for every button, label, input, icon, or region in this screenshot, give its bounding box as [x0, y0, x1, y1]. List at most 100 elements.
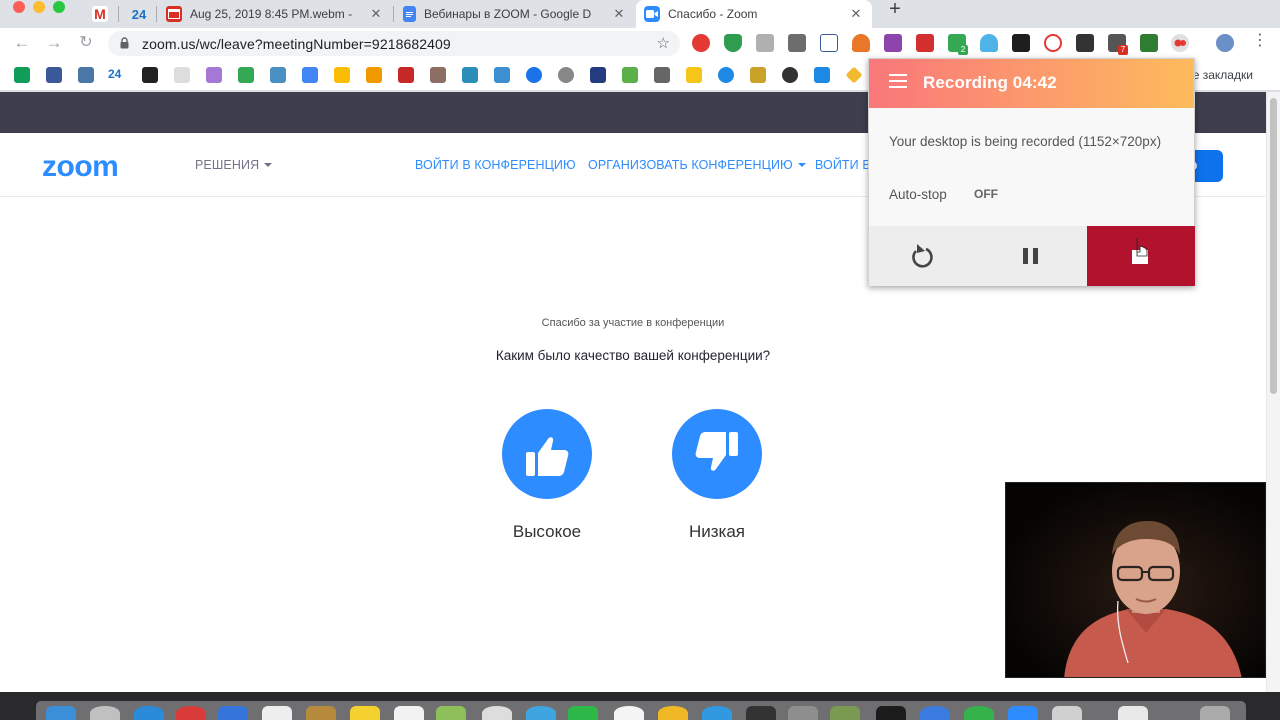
autostop-toggle[interactable]: OFF: [974, 187, 998, 201]
bookmark-icon[interactable]: [558, 67, 574, 83]
grammarly-icon[interactable]: [1140, 34, 1158, 52]
scrollbar-thumb[interactable]: [1270, 98, 1277, 394]
pdf-icon[interactable]: [916, 34, 934, 52]
dock-app-icon[interactable]: [920, 706, 950, 720]
extension-s-icon[interactable]: [884, 34, 902, 52]
vk-bookmark-icon[interactable]: [78, 67, 94, 83]
bookmark-icon[interactable]: [750, 67, 766, 83]
extension-c-icon[interactable]: [1012, 34, 1030, 52]
code-view-icon[interactable]: [756, 34, 774, 52]
dock-app-icon[interactable]: [394, 706, 424, 720]
sheets-bookmark-icon[interactable]: [14, 67, 30, 83]
screen-recorder-icon[interactable]: [1171, 34, 1189, 52]
dock-app-icon[interactable]: [218, 706, 248, 720]
restart-recording-button[interactable]: [869, 226, 978, 286]
bookmark-icon[interactable]: [462, 67, 478, 83]
adblock-plus-icon[interactable]: [692, 34, 710, 52]
plus-bookmark-icon[interactable]: [142, 67, 158, 83]
dock-app-icon[interactable]: [526, 706, 556, 720]
dock-app-icon[interactable]: [482, 706, 512, 720]
other-bookmarks[interactable]: ие закладки: [1186, 68, 1253, 82]
dock-app-icon[interactable]: [614, 706, 644, 720]
downloads-folder-icon[interactable]: [1118, 706, 1148, 720]
bookmark-icon[interactable]: [174, 67, 190, 83]
dock-app-icon[interactable]: [1052, 706, 1082, 720]
dock-app-icon[interactable]: [436, 706, 466, 720]
safari-icon[interactable]: [134, 706, 164, 720]
paypal-bookmark-icon[interactable]: [590, 67, 606, 83]
dock-app-icon[interactable]: [788, 706, 818, 720]
bookmark-star-icon[interactable]: ☆: [657, 34, 670, 52]
tab-google-docs[interactable]: Вебинары в ZOOM - Google D ✕: [395, 0, 635, 28]
bookmark-icon[interactable]: [654, 67, 670, 83]
dock-app-icon[interactable]: [306, 706, 336, 720]
notes-icon[interactable]: [350, 706, 380, 720]
browser-menu-icon[interactable]: ⋮: [1252, 32, 1268, 50]
telegram-bookmark-icon[interactable]: [494, 67, 510, 83]
bookmark-icon[interactable]: [686, 67, 702, 83]
extension-m-icon[interactable]: [788, 34, 806, 52]
binance-bookmark-icon[interactable]: [845, 66, 863, 84]
reload-button[interactable]: ↻: [74, 32, 98, 54]
cloud-outline-icon[interactable]: [1044, 34, 1062, 52]
forward-button[interactable]: →: [42, 32, 66, 54]
onetab-icon[interactable]: [820, 34, 838, 52]
shield-icon[interactable]: [724, 34, 742, 52]
finder-icon[interactable]: [46, 706, 76, 720]
extension-grid-icon[interactable]: [1076, 34, 1094, 52]
close-tab-icon[interactable]: ✕: [368, 6, 384, 22]
bookmark-icon[interactable]: [270, 67, 286, 83]
thumbs-up-button[interactable]: [502, 409, 592, 499]
thumbs-down-button[interactable]: [672, 409, 762, 499]
analytics-bookmark-icon[interactable]: [334, 67, 350, 83]
close-tab-icon[interactable]: ✕: [848, 6, 864, 22]
nav-sign-in[interactable]: ВОЙТИ В: [815, 158, 871, 172]
tab-video-file[interactable]: Aug 25, 2019 8:45 PM.webm - ✕: [158, 0, 392, 28]
chrome-icon[interactable]: [658, 706, 688, 720]
dock-app-icon[interactable]: [702, 706, 732, 720]
tab-zoom-active[interactable]: Спасибо - Zoom ✕: [636, 0, 872, 28]
facebook-bookmark-icon[interactable]: [46, 67, 62, 83]
back-button[interactable]: ←: [10, 32, 34, 54]
profile-avatar[interactable]: [1216, 34, 1234, 52]
nav-solutions[interactable]: РЕШЕНИЯ: [195, 158, 273, 172]
stop-recording-button[interactable]: [1087, 226, 1195, 286]
menu-icon[interactable]: [889, 74, 907, 88]
tab-bitrix24[interactable]: 24: [120, 0, 158, 28]
bookmark-icon[interactable]: [238, 67, 254, 83]
dock-app-icon[interactable]: [176, 706, 206, 720]
address-bar[interactable]: zoom.us/wc/leave?meetingNumber=921868240…: [108, 31, 680, 56]
bookmark-icon[interactable]: [366, 67, 382, 83]
bitrix24-bookmark-icon[interactable]: 24: [108, 67, 124, 83]
minimize-window-button[interactable]: [33, 1, 45, 13]
bookmark-icon[interactable]: [814, 67, 830, 83]
dock-app-icon[interactable]: [746, 706, 776, 720]
trash-icon[interactable]: [1200, 706, 1230, 720]
zoom-window-button[interactable]: [53, 1, 65, 13]
close-window-button[interactable]: [13, 1, 25, 13]
bookmark-icon[interactable]: [302, 67, 318, 83]
new-tab-button[interactable]: +: [884, 0, 906, 22]
messages-icon[interactable]: [568, 706, 598, 720]
dock-app-icon[interactable]: [262, 706, 292, 720]
shopify-bookmark-icon[interactable]: [622, 67, 638, 83]
pause-recording-button[interactable]: [978, 226, 1087, 286]
nav-join-meeting[interactable]: ВОЙТИ В КОНФЕРЕНЦИЮ: [415, 158, 576, 172]
zoom-dock-icon[interactable]: [1008, 706, 1038, 720]
bookmark-icon[interactable]: [526, 67, 542, 83]
page-scrollbar[interactable]: [1266, 92, 1280, 692]
terminal-icon[interactable]: [876, 706, 906, 720]
zoom-logo[interactable]: zoom: [42, 150, 119, 184]
dock-app-icon[interactable]: [964, 706, 994, 720]
bookmark-icon[interactable]: [718, 67, 734, 83]
dock-app-icon[interactable]: [830, 706, 860, 720]
metamask-icon[interactable]: [852, 34, 870, 52]
bookmark-icon[interactable]: [430, 67, 446, 83]
tab-gmail[interactable]: M: [84, 0, 120, 28]
close-tab-icon[interactable]: ✕: [611, 6, 627, 22]
launchpad-icon[interactable]: [90, 706, 120, 720]
cloud-icon[interactable]: [980, 34, 998, 52]
bookmark-icon[interactable]: [782, 67, 798, 83]
nav-host-meeting[interactable]: ОРГАНИЗОВАТЬ КОНФЕРЕНЦИЮ: [588, 158, 806, 172]
bookmark-icon[interactable]: [206, 67, 222, 83]
